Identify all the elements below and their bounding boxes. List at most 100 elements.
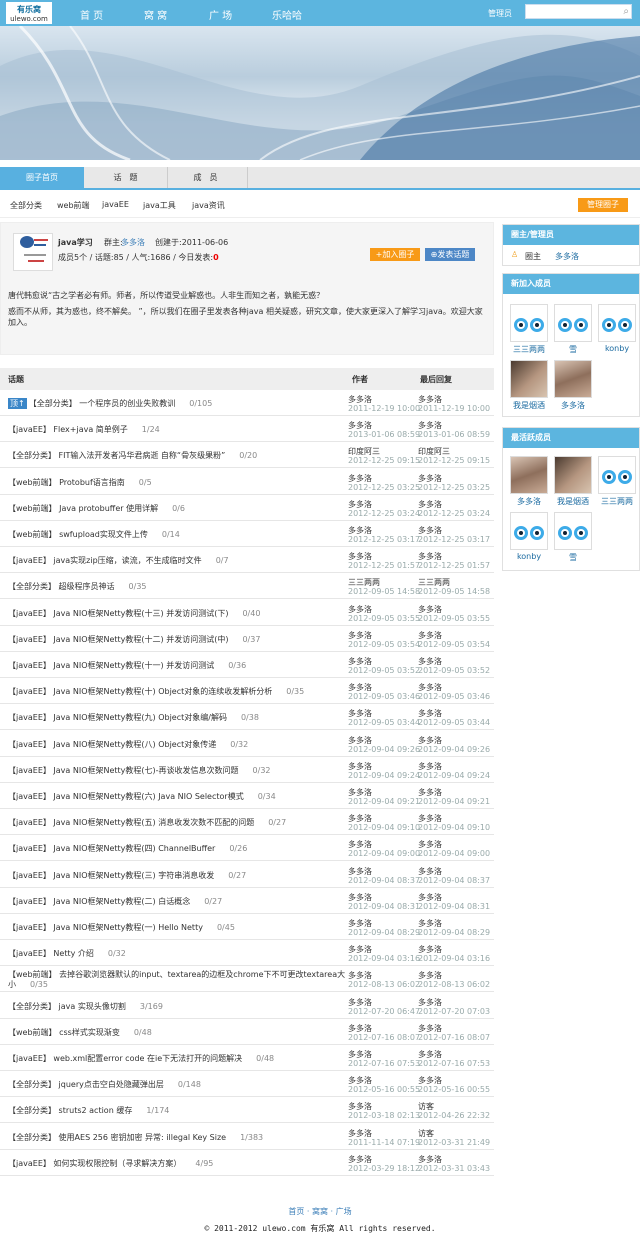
- topic-name[interactable]: Java protobuffer 使用详解: [59, 504, 158, 513]
- topic-category[interactable]: 【全部分类】: [8, 451, 56, 460]
- table-row[interactable]: 【web前端】 css样式实现渐变 0/48 多多洛 2012-07-16 08:07…: [0, 1019, 494, 1045]
- member-card[interactable]: 雪: [553, 512, 593, 563]
- table-row[interactable]: 【javaEE】 如何实现权限控制（寻求解决方案） 4/95 多多洛 2012-03-…: [0, 1150, 494, 1176]
- topic-title[interactable]: 【web前端】 swfupload实现文件上传 0/14: [8, 529, 180, 540]
- topic-name[interactable]: jquery点击空白处隐藏弹出层: [59, 1080, 164, 1089]
- topic-category[interactable]: 【全部分类】: [8, 1080, 56, 1089]
- topic-name[interactable]: Java NIO框架Netty教程(一) Hello Netty: [53, 923, 203, 932]
- table-row[interactable]: 【web前端】 Protobuf语言指南 0/5 多多洛 2012-12-25 03:…: [0, 469, 494, 495]
- topic-title[interactable]: 【全部分类】 超级程序员神话 0/35: [8, 581, 147, 592]
- topic-name[interactable]: Protobuf语言指南: [59, 478, 125, 487]
- table-row[interactable]: 【全部分类】 使用AES 256 密钥加密 异常: illegal Key Si…: [0, 1124, 494, 1150]
- topic-category[interactable]: 【javaEE】: [8, 818, 51, 827]
- topic-category[interactable]: 【javaEE】: [8, 844, 51, 853]
- topic-title[interactable]: 【全部分类】 使用AES 256 密钥加密 异常: illegal Key Si…: [8, 1132, 263, 1143]
- topic-category[interactable]: 【web前端】: [8, 1028, 57, 1037]
- topic-category[interactable]: 【全部分类】: [29, 399, 77, 408]
- table-row[interactable]: 【javaEE】 Java NIO框架Netty教程(十一) 并发访问测试 0/3…: [0, 652, 494, 678]
- join-group-button[interactable]: +加入圈子: [370, 248, 420, 261]
- topic-title[interactable]: 【javaEE】 Java NIO框架Netty教程(十一) 并发访问测试 0/3…: [8, 660, 246, 671]
- topic-name[interactable]: Java NIO框架Netty教程(六) Java NIO Selector模式: [53, 792, 243, 801]
- search-input[interactable]: ⌕: [525, 4, 632, 19]
- topic-title[interactable]: 【javaEE】 Java NIO框架Netty教程(十二) 并发访问测试(中)…: [8, 634, 260, 645]
- table-row[interactable]: 【javaEE】 Java NIO框架Netty教程(十二) 并发访问测试(中)…: [0, 626, 494, 652]
- table-row[interactable]: 【javaEE】 Java NIO框架Netty教程(七)-再谈收发信息次数问题…: [0, 757, 494, 783]
- table-row[interactable]: 【javaEE】 Java NIO框架Netty教程(十) Object对象的连…: [0, 678, 494, 705]
- topic-name[interactable]: struts2 action 缓存: [59, 1106, 133, 1115]
- topic-title[interactable]: 【javaEE】 Java NIO框架Netty教程(六) Java NIO S…: [8, 791, 276, 802]
- table-row[interactable]: 【javaEE】 Java NIO框架Netty教程(五) 消息收发次数不匹配的…: [0, 809, 494, 836]
- topic-category[interactable]: 【javaEE】: [8, 635, 51, 644]
- admin-link[interactable]: 管理员: [488, 8, 512, 19]
- topic-name[interactable]: 去掉谷歌浏览器默认的input、textarea的边框及chrome下不可更改t…: [8, 970, 345, 989]
- topic-category[interactable]: 【web前端】: [8, 478, 57, 487]
- topic-name[interactable]: css样式实现渐变: [59, 1028, 120, 1037]
- topic-category[interactable]: 【web前端】: [8, 530, 57, 539]
- topic-name[interactable]: Java NIO框架Netty教程(三) 字符串消息收发: [53, 871, 214, 880]
- topic-name[interactable]: web.xml配置error code 在ie下无法打开的问题解决: [53, 1054, 242, 1063]
- topic-name[interactable]: 一个程序员的创业失败教训: [79, 399, 175, 408]
- topic-name[interactable]: Netty 介绍: [53, 949, 93, 958]
- topic-title[interactable]: 【javaEE】 Java NIO框架Netty教程(四) ChannelBuf…: [8, 843, 247, 854]
- table-row[interactable]: 【javaEE】 Java NIO框架Netty教程(一) Hello Nett…: [0, 914, 494, 940]
- topic-title[interactable]: 【javaEE】 Java NIO框架Netty教程(七)-再谈收发信息次数问题…: [8, 765, 271, 776]
- member-card[interactable]: konby: [509, 512, 549, 561]
- topic-category[interactable]: 【javaEE】: [8, 425, 51, 434]
- nav-square[interactable]: 广 场: [209, 7, 232, 22]
- topic-title[interactable]: 【javaEE】 Java NIO框架Netty教程(一) Hello Nett…: [8, 922, 235, 933]
- topic-title[interactable]: 【web前端】 Java protobuffer 使用详解 0/6: [8, 503, 185, 514]
- topic-category[interactable]: 【javaEE】: [8, 661, 51, 670]
- member-card[interactable]: 多多洛: [509, 456, 549, 507]
- topic-category[interactable]: 【javaEE】: [8, 687, 51, 696]
- member-card[interactable]: 三三两两: [597, 456, 637, 507]
- table-row[interactable]: 【javaEE】 Java NIO框架Netty教程(六) Java NIO S…: [0, 783, 494, 809]
- topic-name[interactable]: Java NIO框架Netty教程(五) 消息收发次数不匹配的问题: [53, 818, 254, 827]
- topic-name[interactable]: java 实现头像切割: [59, 1002, 126, 1011]
- table-row[interactable]: 【全部分类】 FIT输入法开发者冯华君病逝 自称“骨灰级果粉” 0/20 印度阿三 2…: [0, 442, 494, 469]
- post-topic-button[interactable]: ⊕发表话题: [425, 248, 475, 261]
- topic-name[interactable]: Java NIO框架Netty教程(十三) 并发访问测试(下): [53, 609, 228, 618]
- table-row[interactable]: 【javaEE】 Java NIO框架Netty教程(四) ChannelBuf…: [0, 835, 494, 862]
- topic-title[interactable]: 顶↑ 【全部分类】 一个程序员的创业失败教训 0/105: [8, 398, 212, 409]
- table-row[interactable]: 【web前端】 去掉谷歌浏览器默认的input、textarea的边框及chro…: [0, 966, 494, 993]
- tab-members[interactable]: 成 员: [164, 167, 248, 188]
- table-row[interactable]: 【全部分类】 java 实现头像切割 3/169 多多洛 2012-07-20 06:…: [0, 993, 494, 1019]
- topic-title[interactable]: 【javaEE】 Netty 介绍 0/32: [8, 948, 126, 959]
- topic-category[interactable]: 【全部分类】: [8, 582, 56, 591]
- category-web[interactable]: web前端: [57, 200, 90, 211]
- table-row[interactable]: 【web前端】 swfupload实现文件上传 0/14 多多洛 2012-12-25…: [0, 521, 494, 547]
- table-row[interactable]: 【web前端】 Java protobuffer 使用详解 0/6 多多洛 2012-…: [0, 495, 494, 521]
- topic-name[interactable]: Java NIO框架Netty教程(二) 白话概念: [53, 897, 190, 906]
- table-row[interactable]: 顶↑ 【全部分类】 一个程序员的创业失败教训 0/105 多多洛 2011-12-19 …: [0, 390, 494, 416]
- member-card[interactable]: 我是烟酒: [509, 360, 549, 411]
- search-icon[interactable]: ⌕: [623, 6, 629, 17]
- manage-group-button[interactable]: 管理圈子: [578, 198, 628, 212]
- topic-category[interactable]: 【web前端】: [8, 970, 57, 979]
- member-card[interactable]: konby: [597, 304, 637, 353]
- topic-title[interactable]: 【javaEE】 Java NIO框架Netty教程(五) 消息收发次数不匹配的…: [8, 817, 286, 828]
- sidebar-owner-name[interactable]: 多多洛: [555, 251, 579, 262]
- topic-title[interactable]: 【javaEE】 Java NIO框架Netty教程(三) 字符串消息收发 0/2…: [8, 870, 246, 881]
- topic-title[interactable]: 【web前端】 Protobuf语言指南 0/5: [8, 477, 152, 488]
- topic-name[interactable]: Java NIO框架Netty教程(十一) 并发访问测试: [53, 661, 214, 670]
- topic-title[interactable]: 【全部分类】 struts2 action 缓存 1/174: [8, 1105, 169, 1116]
- member-card[interactable]: 多多洛: [553, 360, 593, 411]
- table-row[interactable]: 【javaEE】 Flex+java 简单例子 1/24 多多洛 2013-01-06…: [0, 416, 494, 443]
- topic-category[interactable]: 【web前端】: [8, 504, 57, 513]
- topic-name[interactable]: Flex+java 简单例子: [53, 425, 127, 434]
- topic-category[interactable]: 【全部分类】: [8, 1133, 56, 1142]
- topic-title[interactable]: 【javaEE】 Java NIO框架Netty教程(十三) 并发访问测试(下)…: [8, 608, 260, 619]
- nav-home[interactable]: 首 页: [80, 7, 103, 22]
- category-javatools[interactable]: java工具: [143, 200, 176, 211]
- table-row[interactable]: 【javaEE】 Java NIO框架Netty教程(三) 字符串消息收发 0/2…: [0, 862, 494, 888]
- table-row[interactable]: 【全部分类】 struts2 action 缓存 1/174 多多洛 2012-03-…: [0, 1097, 494, 1124]
- table-row[interactable]: 【javaEE】 Java NIO框架Netty教程(二) 白话概念 0/27 多多…: [0, 888, 494, 914]
- topic-category[interactable]: 【javaEE】: [8, 897, 51, 906]
- topic-title[interactable]: 【javaEE】 java实现zip压缩，读流，不生成临时文件 0/7: [8, 555, 229, 566]
- table-row[interactable]: 【javaEE】 Java NIO框架Netty教程(十三) 并发访问测试(下)…: [0, 600, 494, 626]
- topic-title[interactable]: 【javaEE】 Flex+java 简单例子 1/24: [8, 424, 160, 435]
- topic-title[interactable]: 【全部分类】 FIT输入法开发者冯华君病逝 自称“骨灰级果粉” 0/20: [8, 450, 257, 461]
- nav-wowo[interactable]: 窝 窝: [144, 7, 167, 22]
- topic-title[interactable]: 【javaEE】 Java NIO框架Netty教程(十) Object对象的连…: [8, 686, 304, 697]
- member-card[interactable]: 雪: [553, 304, 593, 355]
